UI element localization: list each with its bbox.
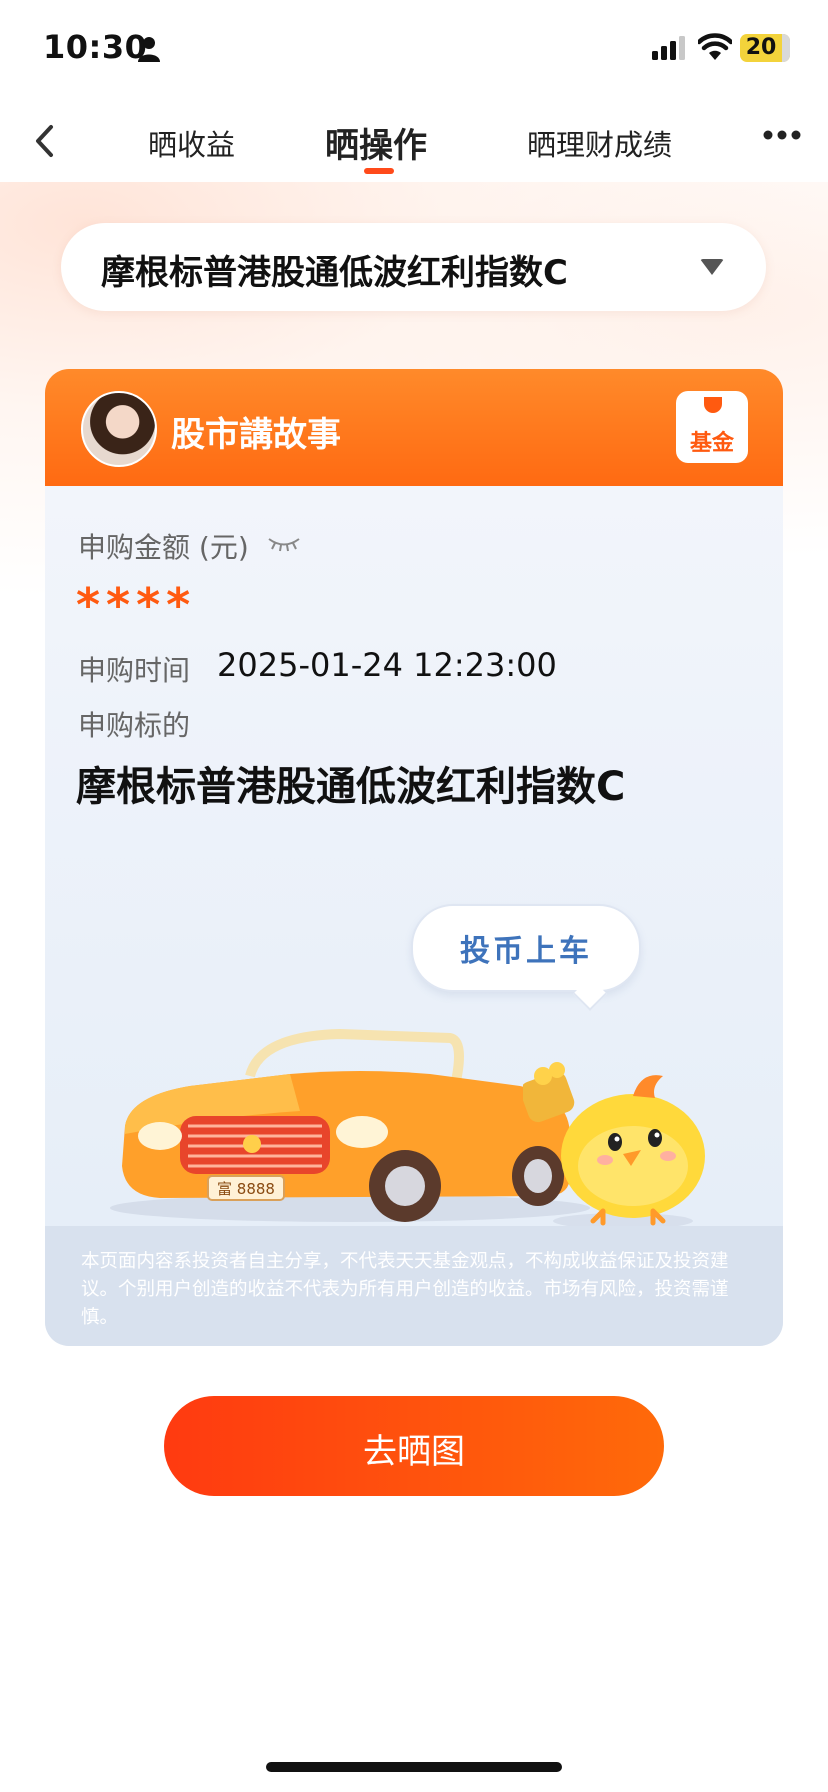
fund-selector-value: 摩根标普港股通低波红利指数C — [101, 253, 568, 293]
signal-icon — [652, 36, 685, 60]
top-nav: 晒收益 晒操作 晒理财成绩 — [0, 100, 828, 182]
share-image-button[interactable]: 去晒图 — [164, 1396, 664, 1496]
caret-down-icon — [700, 259, 724, 275]
active-tab-indicator — [364, 168, 394, 174]
license-plate-text: 富 8888 — [217, 1180, 275, 1198]
tab-share-operations[interactable]: 晒操作 — [325, 118, 427, 167]
eye-closed-icon[interactable] — [267, 536, 301, 552]
status-time: 10:30 — [43, 28, 148, 66]
purchase-target-label: 申购标的 — [78, 709, 191, 742]
fund-logo: 基金 — [676, 391, 748, 463]
card-body: 申购金额 (元) **** 申购时间 2025-01-24 12:23:00 申… — [45, 486, 783, 1229]
purchase-time-label: 申购时间 — [78, 654, 191, 687]
speech-bubble-text: 投币上车 — [460, 934, 592, 969]
card-header: 股市講故事 基金 — [45, 369, 783, 486]
author-name: 股市講故事 — [171, 415, 341, 455]
battery-level: 20 — [745, 35, 777, 60]
purchase-time-value: 2025-01-24 12:23:00 — [217, 646, 557, 684]
share-image-button-label: 去晒图 — [363, 1432, 465, 1472]
chick-mascot-illustration — [523, 1062, 705, 1229]
tab-share-results[interactable]: 晒理财成绩 — [527, 122, 672, 164]
disclaimer-box: 本页面内容系投资者自主分享，不代表天天基金观点，不构成收益保证及投资建议。个别用… — [45, 1226, 783, 1346]
battery-empty-part — [782, 34, 790, 62]
tab-share-earnings[interactable]: 晒收益 — [148, 122, 235, 164]
speech-bubble: 投币上车 — [411, 904, 641, 1011]
fund-selector[interactable]: 摩根标普港股通低波红利指数C — [61, 223, 766, 311]
purchase-target-value: 摩根标普港股通低波红利指数C — [76, 764, 626, 810]
disclaimer-text: 本页面内容系投资者自主分享，不代表天天基金观点，不构成收益保证及投资建议。个别用… — [81, 1251, 729, 1328]
speech-bubble-tail — [573, 977, 607, 1011]
fund-logo-mark — [704, 397, 722, 413]
fund-logo-text: 基金 — [689, 431, 734, 456]
wifi-icon — [698, 33, 732, 60]
home-indicator — [266, 1762, 562, 1772]
person-icon — [138, 37, 160, 62]
avatar — [81, 391, 157, 467]
chevron-left-icon[interactable] — [30, 122, 60, 160]
status-bar: 10:30 20 — [0, 0, 828, 100]
amount-value: **** — [76, 578, 197, 632]
battery-indicator: 20 — [740, 34, 790, 62]
more-icon[interactable] — [762, 128, 802, 142]
share-card: 股市講故事 基金 申购金额 (元) **** 申购时间 2025-01-24 1… — [45, 369, 783, 1346]
amount-label: 申购金额 (元) — [78, 531, 249, 564]
